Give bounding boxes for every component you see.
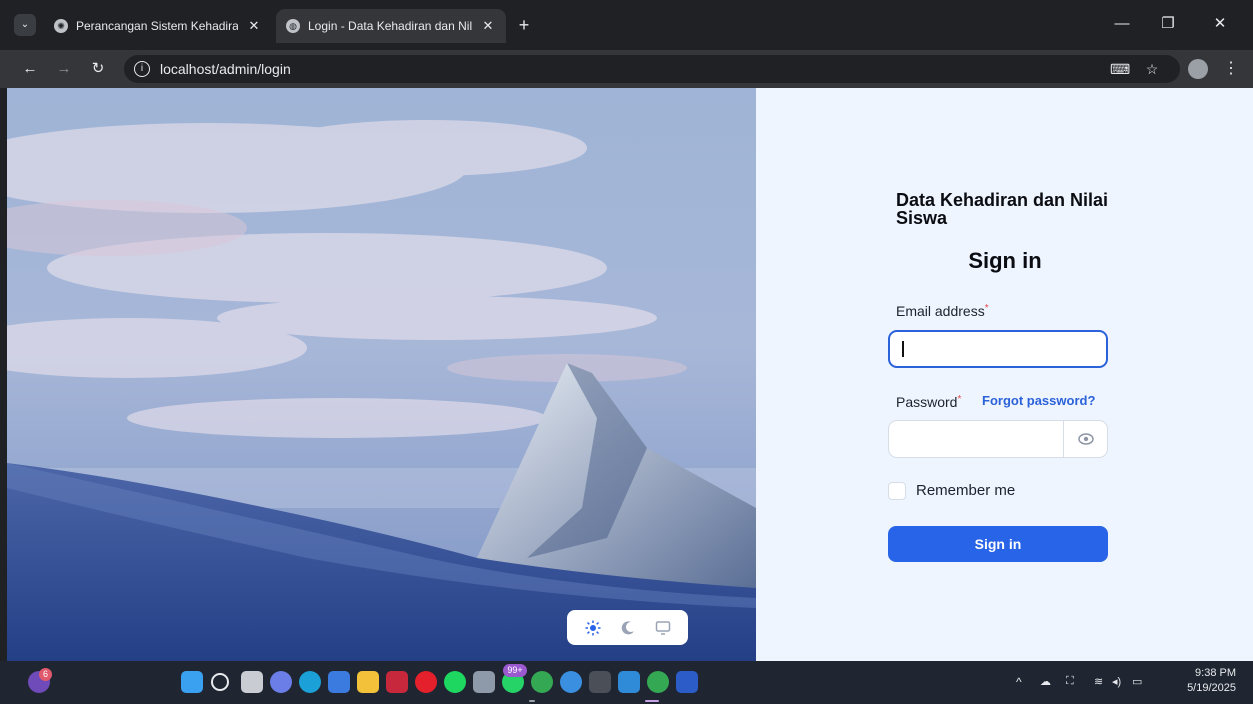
- app-title: Data Kehadiran dan Nilai Siswa: [896, 190, 1109, 228]
- sign-in-button[interactable]: Sign in: [888, 526, 1108, 562]
- close-tab-icon[interactable]: ✕: [480, 18, 496, 34]
- browser-menu-icon[interactable]: ⋮: [1222, 57, 1240, 81]
- new-tab-button[interactable]: +: [512, 13, 536, 37]
- globe-favicon-icon: ◍: [286, 19, 300, 33]
- chrome-icon[interactable]: [531, 671, 553, 693]
- system-icon[interactable]: [655, 620, 671, 636]
- profile-avatar-icon[interactable]: [1188, 59, 1208, 79]
- tab-title: Perancangan Sistem Kehadiran: [76, 19, 238, 33]
- close-tab-icon[interactable]: ✕: [246, 18, 262, 34]
- chrome-profile-icon[interactable]: [647, 671, 669, 693]
- notification-badge: 6: [39, 668, 52, 681]
- windows-taskbar: 6 99+ ^ ☁ ⛶ ≋ ◂) ▭ 9:38 PM 5/19/2025: [0, 661, 1253, 704]
- tab-search-button[interactable]: ⌄: [14, 14, 36, 36]
- theme-switcher: [567, 610, 688, 645]
- back-icon[interactable]: ←: [18, 57, 42, 81]
- active-indicator: [645, 700, 659, 702]
- wifi-icon[interactable]: ≋: [1094, 675, 1103, 688]
- login-panel: Data Kehadiran dan Nilai Siswa Sign in: [756, 88, 1253, 661]
- address-bar[interactable]: i localhost/admin/login ⌨ ☆: [124, 55, 1180, 83]
- forward-icon[interactable]: →: [52, 57, 76, 81]
- tab-login[interactable]: ◍ Login - Data Kehadiran dan Nil ✕: [276, 9, 506, 43]
- spotify-icon[interactable]: [444, 671, 466, 693]
- minimize-icon[interactable]: —: [1102, 10, 1142, 38]
- store-icon[interactable]: [328, 671, 350, 693]
- email-label-text: Email address: [896, 303, 985, 319]
- remember-me-checkbox[interactable]: [888, 482, 906, 500]
- show-password-button[interactable]: [1063, 421, 1107, 457]
- hero-mountain-image: [7, 88, 756, 661]
- password-field[interactable]: [888, 420, 1108, 458]
- file-explorer-icon[interactable]: [357, 671, 379, 693]
- word-icon[interactable]: [676, 671, 698, 693]
- running-indicator: [529, 700, 535, 702]
- email-label: Email address*: [896, 303, 989, 319]
- clock-time[interactable]: 9:38 PM: [1166, 667, 1236, 679]
- clock-date[interactable]: 5/19/2025: [1166, 682, 1236, 694]
- notification-badge: 99+: [503, 664, 527, 677]
- browser-toolbar: ← → ↻ i localhost/admin/login ⌨ ☆ ⋮: [0, 50, 1253, 88]
- cloud-icon[interactable]: ☁: [1040, 675, 1051, 688]
- forgot-password-link[interactable]: Forgot password?: [982, 393, 1095, 408]
- terminal-icon[interactable]: [589, 671, 611, 693]
- required-mark: *: [957, 394, 962, 405]
- bookmark-star-icon[interactable]: ☆: [1142, 59, 1162, 79]
- app-icon[interactable]: [473, 671, 495, 693]
- password-label: Password*: [896, 394, 961, 410]
- vscode-icon[interactable]: [618, 671, 640, 693]
- url-text: localhost/admin/login: [160, 61, 291, 77]
- volume-icon[interactable]: ◂): [1112, 675, 1121, 688]
- email-field[interactable]: [888, 330, 1108, 368]
- login-page: Data Kehadiran dan Nilai Siswa Sign in: [7, 88, 1253, 661]
- mcafee-icon[interactable]: [386, 671, 408, 693]
- search-icon[interactable]: [211, 673, 229, 691]
- light-icon[interactable]: [585, 620, 601, 636]
- copilot-icon[interactable]: [270, 671, 292, 693]
- password-label-text: Password: [896, 394, 958, 410]
- onedrive-icon[interactable]: ⛶: [1066, 675, 1074, 688]
- tab-perancangan[interactable]: ✺ Perancangan Sistem Kehadiran ✕: [44, 9, 272, 43]
- windows-start-icon[interactable]: [181, 671, 203, 693]
- bird-app-icon[interactable]: [560, 671, 582, 693]
- show-hidden-icons-icon[interactable]: ^: [1016, 675, 1022, 689]
- browser-tab-strip: ⌄ ✺ Perancangan Sistem Kehadiran ✕ ◍ Log…: [0, 0, 1253, 50]
- reload-icon[interactable]: ↻: [86, 57, 110, 81]
- opera-icon[interactable]: [415, 671, 437, 693]
- dark-icon[interactable]: [620, 620, 636, 636]
- text-caret: [902, 341, 904, 357]
- eye-icon: [1077, 433, 1094, 445]
- sign-in-heading: Sign in: [968, 248, 1042, 273]
- task-view-icon[interactable]: [241, 671, 263, 693]
- chatgpt-favicon-icon: ✺: [54, 19, 68, 33]
- close-window-icon[interactable]: ✕: [1200, 10, 1240, 38]
- restore-icon[interactable]: ❐: [1148, 10, 1188, 38]
- required-mark: *: [984, 303, 989, 314]
- battery-icon[interactable]: ▭: [1132, 675, 1142, 688]
- site-info-icon[interactable]: i: [134, 61, 150, 77]
- tab-title: Login - Data Kehadiran dan Nil: [308, 19, 472, 33]
- remember-me-label[interactable]: Remember me: [916, 482, 1015, 499]
- edge-icon[interactable]: [299, 671, 321, 693]
- translate-icon[interactable]: ⌨: [1110, 59, 1130, 79]
